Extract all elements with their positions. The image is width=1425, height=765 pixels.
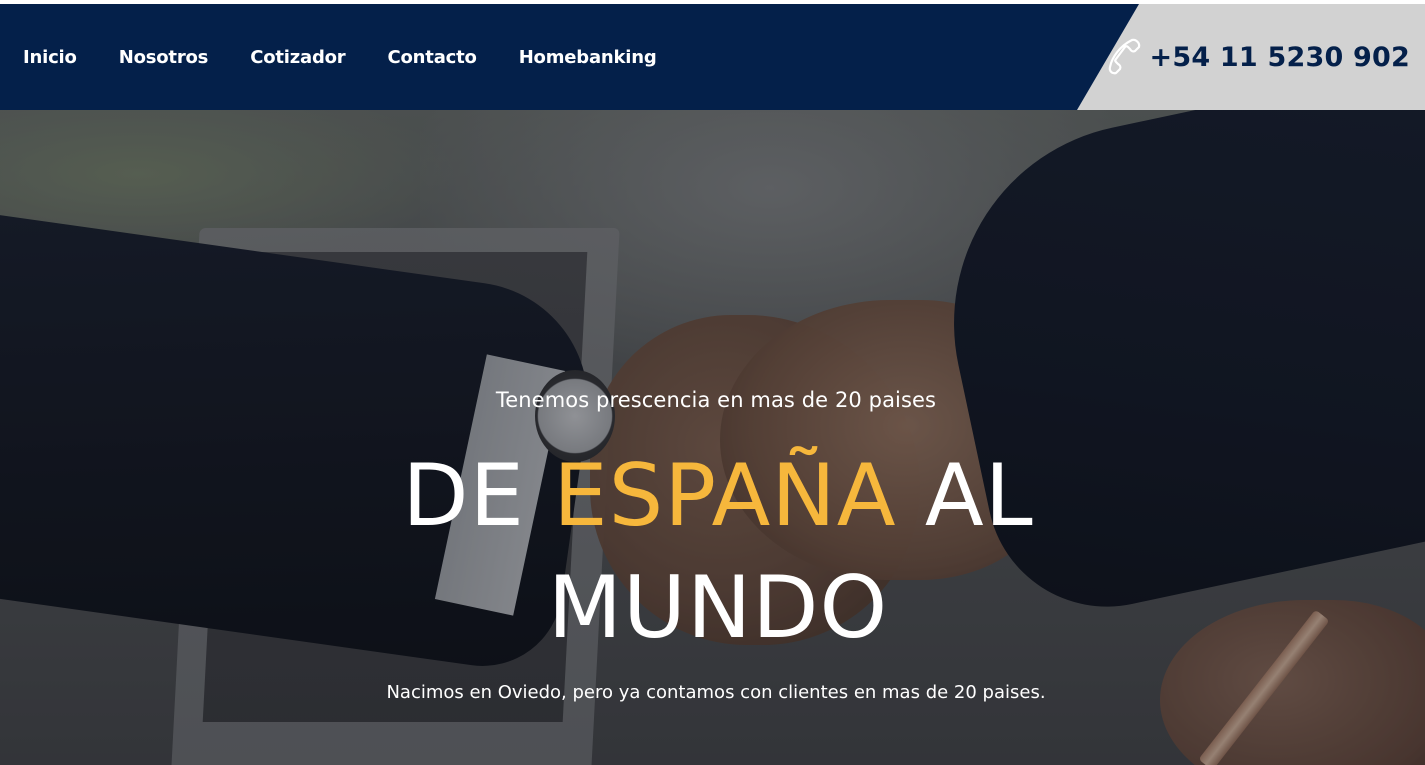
phone-icon bbox=[1108, 37, 1142, 77]
hero-subtext: Nacimos en Oviedo, pero ya contamos con … bbox=[386, 682, 1046, 703]
nav-item-homebanking[interactable]: Homebanking bbox=[519, 47, 657, 68]
nav-item-inicio[interactable]: Inicio bbox=[23, 47, 77, 68]
nav-item-nosotros[interactable]: Nosotros bbox=[119, 47, 209, 68]
hero-headline: DE ESPAÑA AL MUNDO bbox=[0, 440, 1425, 664]
page: Inicio Nosotros Cotizador Contacto Homeb… bbox=[0, 0, 1425, 765]
hero-content: Tenemos prescencia en mas de 20 paises D… bbox=[0, 110, 1425, 765]
hero-eyebrow: Tenemos prescencia en mas de 20 paises bbox=[495, 388, 937, 412]
phone-link[interactable]: +54 11 5230 902 bbox=[1108, 4, 1410, 110]
headline-part-2: AL bbox=[924, 446, 1034, 546]
phone-number: +54 11 5230 902 bbox=[1149, 41, 1410, 73]
site-header: Inicio Nosotros Cotizador Contacto Homeb… bbox=[0, 4, 1425, 110]
hero-section: Tenemos prescencia en mas de 20 paises D… bbox=[0, 110, 1425, 765]
nav-item-contacto[interactable]: Contacto bbox=[388, 47, 477, 68]
headline-accent: ESPAÑA bbox=[553, 446, 897, 546]
headline-line-1: DE ESPAÑA AL bbox=[0, 440, 1425, 552]
headline-part-1: DE bbox=[402, 446, 525, 546]
main-nav: Inicio Nosotros Cotizador Contacto Homeb… bbox=[0, 4, 676, 110]
nav-item-cotizador[interactable]: Cotizador bbox=[250, 47, 346, 68]
headline-line-2: MUNDO bbox=[547, 558, 889, 658]
